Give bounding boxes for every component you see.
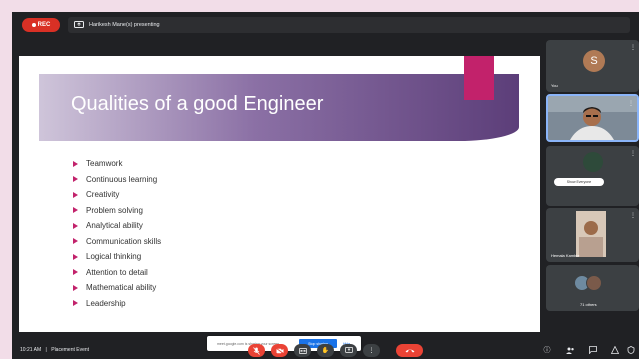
participant-photo: [576, 211, 606, 257]
participant-tile-video[interactable]: ⋮: [546, 94, 639, 142]
slide-accent-block: [464, 56, 494, 100]
list-item: Logical thinking: [73, 249, 161, 265]
recording-badge: REC: [22, 18, 60, 32]
list-item: Creativity: [73, 187, 161, 203]
bullet-arrow-icon: [73, 238, 78, 245]
captions-icon: [298, 347, 307, 354]
raise-hand-icon: ✋: [321, 347, 330, 354]
bullet-text: Teamwork: [86, 159, 123, 169]
top-bar: REC Harikesh Mane(s) presenting: [12, 12, 639, 38]
list-item: Analytical ability: [73, 218, 161, 234]
present-screen-icon: [74, 21, 84, 29]
captions-button[interactable]: [294, 344, 311, 357]
bullet-text: Logical thinking: [86, 252, 142, 262]
bullet-arrow-icon: [73, 269, 78, 276]
avatar: [586, 275, 602, 291]
rec-label: REC: [37, 22, 51, 28]
bullet-text: Problem solving: [86, 205, 143, 215]
participant-name: Hemala Kamble: [551, 253, 580, 258]
bullet-arrow-icon: [73, 253, 78, 260]
bullet-arrow-icon: [73, 160, 78, 167]
record-dot-icon: [31, 23, 36, 27]
bullet-text: Mathematical ability: [86, 283, 157, 293]
list-item: Attention to detail: [73, 265, 161, 281]
shared-slide: Qualities of a good Engineer Teamwork Co…: [19, 56, 540, 351]
show-everyone-chip[interactable]: Show Everyone: [554, 178, 604, 186]
more-options-icon[interactable]: ⋮: [630, 44, 636, 51]
meeting-name: Placement Event: [51, 347, 90, 353]
meeting-info: 10:21 AM | Placement Event: [20, 347, 89, 353]
bottom-bar: 10:21 AM | Placement Event ✋ ⋮ ⓘ: [12, 341, 639, 359]
meeting-time: 10:21 AM: [20, 347, 42, 353]
host-controls-icon[interactable]: [626, 345, 636, 355]
list-item: Problem solving: [73, 203, 161, 219]
list-item: Leadership: [73, 296, 161, 312]
people-icon[interactable]: [565, 345, 575, 355]
bullet-text: Attention to detail: [86, 267, 148, 277]
bullet-arrow-icon: [73, 176, 78, 183]
more-options-button[interactable]: ⋮: [363, 344, 380, 357]
chat-icon[interactable]: [588, 345, 598, 355]
others-count: 71 others: [580, 302, 597, 307]
bullet-text: Communication skills: [86, 236, 162, 246]
list-item: Communication skills: [73, 234, 161, 250]
participant-tile[interactable]: Show Everyone ⋮: [546, 146, 639, 206]
participant-tile-others[interactable]: 71 others: [546, 265, 639, 311]
end-call-icon: [405, 349, 414, 353]
present-screen-icon: [344, 347, 353, 353]
bullet-arrow-icon: [73, 222, 78, 229]
list-item: Mathematical ability: [73, 280, 161, 296]
more-options-icon[interactable]: ⋮: [628, 100, 634, 107]
bullet-arrow-icon: [73, 207, 78, 214]
present-button[interactable]: [340, 344, 357, 357]
info-icon[interactable]: ⓘ: [542, 345, 552, 355]
bullet-text: Creativity: [86, 190, 120, 200]
participant-tile-self[interactable]: S You ⋮: [546, 40, 639, 92]
bullet-text: Analytical ability: [86, 221, 143, 231]
participant-name: You: [551, 83, 558, 88]
avatar: S: [583, 50, 605, 72]
bullet-arrow-icon: [73, 300, 78, 307]
list-item: Continuous learning: [73, 172, 161, 188]
camera-off-icon: [275, 347, 284, 354]
bullet-arrow-icon: [73, 284, 78, 291]
activities-icon[interactable]: [610, 345, 620, 355]
raise-hand-button[interactable]: ✋: [317, 344, 334, 357]
bullet-text: Continuous learning: [86, 174, 158, 184]
mic-button[interactable]: [248, 344, 265, 357]
bullet-list: Teamwork Continuous learning Creativity …: [73, 156, 161, 311]
mic-off-icon: [253, 346, 260, 355]
bullet-text: Leadership: [86, 298, 126, 308]
participant-video-icon: [548, 96, 637, 140]
list-item: Teamwork: [73, 156, 161, 172]
camera-button[interactable]: [271, 344, 288, 357]
meet-window: REC Harikesh Mane(s) presenting Qualitie…: [12, 12, 639, 359]
presenting-bar: Harikesh Mane(s) presenting: [68, 17, 630, 33]
more-vert-icon: ⋮: [368, 347, 375, 354]
bullet-arrow-icon: [73, 191, 78, 198]
presenting-text: Harikesh Mane(s) presenting: [89, 22, 160, 28]
meeting-separator: |: [45, 347, 47, 353]
participant-tile[interactable]: Hemala Kamble ⋮: [546, 208, 639, 262]
avatar: [583, 152, 603, 172]
more-options-icon[interactable]: ⋮: [630, 150, 636, 157]
more-options-icon[interactable]: ⋮: [630, 212, 636, 219]
slide-title: Qualities of a good Engineer: [71, 93, 324, 115]
leave-call-button[interactable]: [396, 344, 423, 357]
